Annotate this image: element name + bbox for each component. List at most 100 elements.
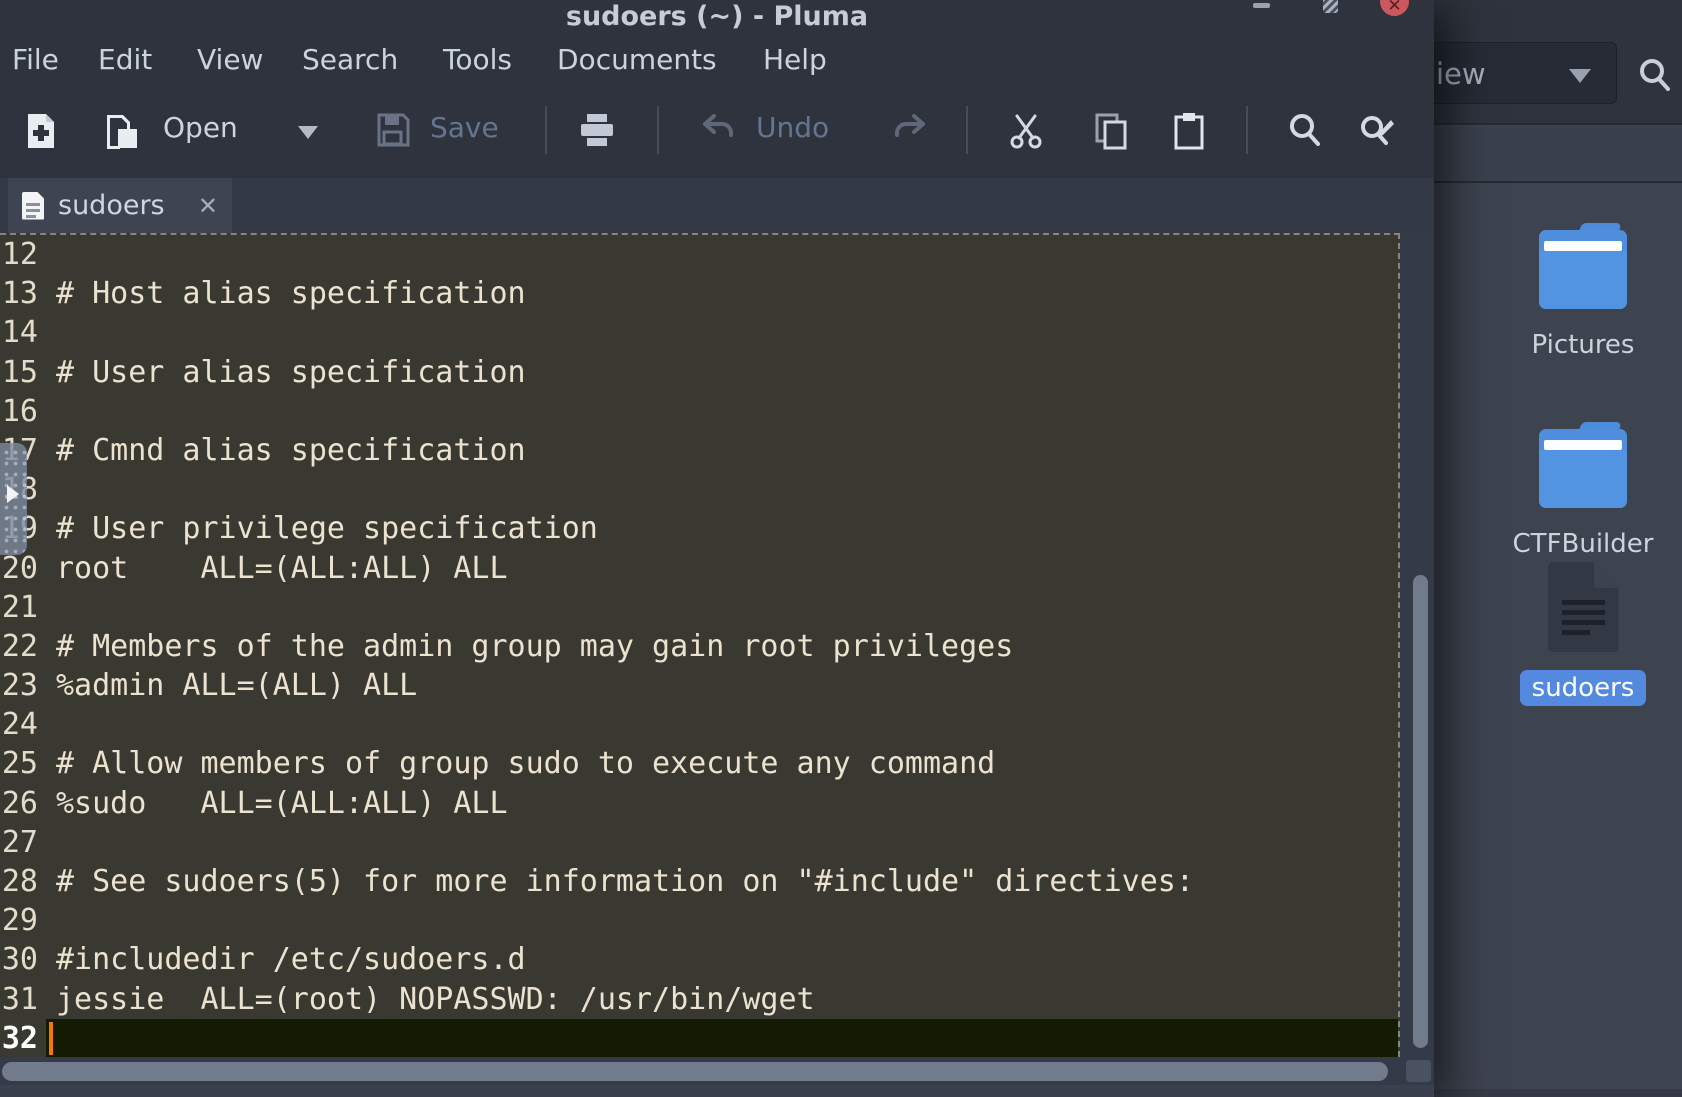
editor-line[interactable]: 19 # User privilege specification bbox=[0, 509, 1398, 548]
editor-line[interactable]: 27 bbox=[0, 823, 1398, 862]
folder-icon bbox=[1539, 422, 1627, 508]
side-panel-handle[interactable] bbox=[0, 443, 27, 555]
line-number: 25 bbox=[0, 744, 46, 783]
tab-sudoers[interactable]: sudoers ✕ bbox=[8, 178, 232, 233]
file-item-label: Pictures bbox=[1520, 327, 1647, 363]
line-number: 26 bbox=[0, 784, 46, 823]
line-number: 24 bbox=[0, 705, 46, 744]
view-dropdown-value: iew bbox=[1436, 57, 1486, 91]
open-icon[interactable] bbox=[104, 112, 140, 150]
line-number: 23 bbox=[0, 666, 46, 705]
editor-line[interactable]: 13 # Host alias specification bbox=[0, 274, 1398, 313]
text-cursor bbox=[49, 1022, 53, 1055]
search-icon[interactable] bbox=[1636, 56, 1674, 94]
line-text: %sudo ALL=(ALL:ALL) ALL bbox=[56, 786, 508, 821]
editor-line[interactable]: 15 # User alias specification bbox=[0, 353, 1398, 392]
titlebar[interactable]: sudoers (~) - Pluma ✕ bbox=[0, 0, 1434, 28]
line-number: 28 bbox=[0, 862, 46, 901]
line-text: # Allow members of group sudo to execute… bbox=[56, 746, 995, 781]
file-item[interactable]: Pictures bbox=[1503, 223, 1663, 363]
line-text: # Host alias specification bbox=[56, 276, 526, 311]
print-icon[interactable] bbox=[578, 112, 616, 148]
paste-icon[interactable] bbox=[1172, 112, 1206, 150]
editor-line[interactable]: 31 jessie ALL=(root) NOPASSWD: /usr/bin/… bbox=[0, 980, 1398, 1019]
save-icon[interactable] bbox=[376, 112, 410, 148]
scrollbar-corner bbox=[1400, 1057, 1434, 1085]
editor-line[interactable]: 29 bbox=[0, 901, 1398, 940]
line-number: 12 bbox=[0, 235, 46, 274]
editor-line[interactable]: 26 %sudo ALL=(ALL:ALL) ALL bbox=[0, 784, 1398, 823]
line-text: # See sudoers(5) for more information on… bbox=[56, 864, 1194, 899]
save-button-label[interactable]: Save bbox=[430, 108, 499, 148]
horizontal-scrollbar-thumb[interactable] bbox=[2, 1062, 1388, 1081]
editor-lines: 12 13 # Host alias specification 14 bbox=[0, 235, 1398, 1057]
line-number: 15 bbox=[0, 353, 46, 392]
menu-search[interactable]: Search bbox=[302, 40, 398, 80]
line-number: 16 bbox=[0, 392, 46, 431]
line-number: 29 bbox=[0, 901, 46, 940]
line-number: 22 bbox=[0, 627, 46, 666]
line-text: # Cmnd alias specification bbox=[56, 433, 526, 468]
editor-line[interactable]: 20 root ALL=(ALL:ALL) ALL bbox=[0, 549, 1398, 588]
editor-line[interactable]: 30 #includedir /etc/sudoers.d bbox=[0, 940, 1398, 979]
horizontal-scrollbar[interactable] bbox=[0, 1057, 1400, 1085]
folder-icon bbox=[1539, 223, 1627, 309]
text-file-icon bbox=[1548, 562, 1619, 652]
tab-close-icon[interactable]: ✕ bbox=[198, 192, 218, 220]
text-editor[interactable]: 12 13 # Host alias specification 14 bbox=[0, 233, 1400, 1057]
editor-line[interactable]: 12 bbox=[0, 235, 1398, 274]
pluma-window: sudoers (~) - Pluma ✕ File Edit View Sea… bbox=[0, 0, 1434, 1097]
tab-title: sudoers bbox=[58, 190, 198, 221]
menu-edit[interactable]: Edit bbox=[98, 40, 152, 80]
undo-button-label[interactable]: Undo bbox=[756, 108, 829, 148]
toolbar-separator bbox=[1246, 106, 1248, 154]
toolbar: Open Save bbox=[0, 100, 1434, 164]
line-text: # User privilege specification bbox=[56, 511, 598, 546]
find-replace-icon[interactable] bbox=[1358, 112, 1396, 150]
minimize-icon[interactable] bbox=[1253, 3, 1270, 8]
line-text: # User alias specification bbox=[56, 355, 526, 390]
copy-icon[interactable] bbox=[1093, 112, 1129, 150]
open-dropdown-icon[interactable] bbox=[298, 126, 318, 139]
menu-help[interactable]: Help bbox=[763, 40, 827, 80]
editor-line[interactable]: 23 %admin ALL=(ALL) ALL bbox=[0, 666, 1398, 705]
file-item[interactable]: sudoers bbox=[1503, 562, 1663, 706]
line-text: # Members of the admin group may gain ro… bbox=[56, 629, 1013, 664]
file-item[interactable]: CTFBuilder bbox=[1503, 422, 1663, 562]
editor-line[interactable]: 28 # See sudoers(5) for more information… bbox=[0, 862, 1398, 901]
editor-line[interactable]: 32 bbox=[0, 1019, 1398, 1057]
editor-line[interactable]: 25 # Allow members of group sudo to exec… bbox=[0, 744, 1398, 783]
editor-line[interactable]: 14 bbox=[0, 313, 1398, 352]
find-icon[interactable] bbox=[1287, 112, 1323, 150]
new-document-icon[interactable] bbox=[26, 112, 58, 150]
undo-icon[interactable] bbox=[700, 112, 736, 148]
editor-line[interactable]: 18 bbox=[0, 470, 1398, 509]
document-icon bbox=[22, 192, 44, 220]
editor-line[interactable]: 17 # Cmnd alias specification bbox=[0, 431, 1398, 470]
line-number: 31 bbox=[0, 980, 46, 1019]
play-triangle-icon bbox=[7, 485, 19, 503]
line-number: 30 bbox=[0, 940, 46, 979]
open-button-label[interactable]: Open bbox=[163, 108, 238, 148]
toolbar-separator bbox=[657, 106, 659, 154]
editor-line[interactable]: 16 bbox=[0, 392, 1398, 431]
restore-icon[interactable] bbox=[1323, 0, 1338, 13]
screen: iew bbox=[0, 0, 1682, 1097]
editor-line[interactable]: 22 # Members of the admin group may gain… bbox=[0, 627, 1398, 666]
file-item-label: CTFBuilder bbox=[1501, 526, 1666, 562]
vertical-scrollbar-thumb[interactable] bbox=[1413, 575, 1428, 1048]
menu-tools[interactable]: Tools bbox=[443, 40, 512, 80]
vertical-scrollbar[interactable] bbox=[1400, 233, 1434, 1057]
line-text: jessie ALL=(root) NOPASSWD: /usr/bin/wge… bbox=[56, 982, 815, 1017]
menu-documents[interactable]: Documents bbox=[557, 40, 717, 80]
menu-view[interactable]: View bbox=[197, 40, 263, 80]
menu-file[interactable]: File bbox=[12, 40, 59, 80]
line-text: %admin ALL=(ALL) ALL bbox=[56, 668, 417, 703]
tab-bar: sudoers ✕ bbox=[0, 178, 1434, 233]
editor-line[interactable]: 21 bbox=[0, 588, 1398, 627]
cut-icon[interactable] bbox=[1007, 112, 1045, 150]
editor-line[interactable]: 24 bbox=[0, 705, 1398, 744]
redo-icon[interactable] bbox=[892, 112, 928, 148]
line-text: root ALL=(ALL:ALL) ALL bbox=[56, 551, 508, 586]
line-number: 21 bbox=[0, 588, 46, 627]
